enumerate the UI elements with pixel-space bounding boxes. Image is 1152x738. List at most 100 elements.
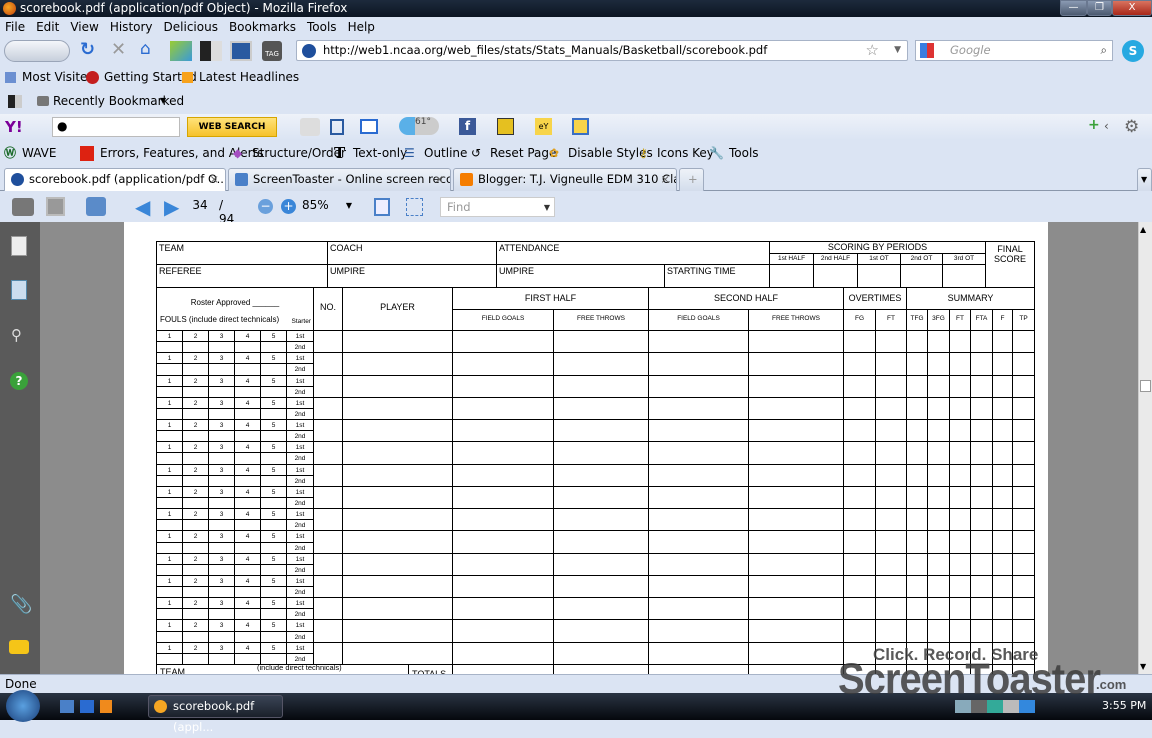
toolbar-icon[interactable] — [300, 118, 320, 136]
wave-text-only[interactable]: Text-only — [353, 141, 407, 166]
back-forward-button[interactable] — [4, 40, 70, 62]
zoom-select[interactable]: 85% ▼ — [302, 198, 356, 212]
stat-cell — [992, 374, 1013, 398]
close-button[interactable]: X — [1112, 0, 1152, 16]
menu-file[interactable]: File — [5, 20, 25, 34]
menu-delicious[interactable]: Delicious — [164, 20, 218, 34]
facebook-icon[interactable]: f — [459, 118, 476, 135]
page-number-input[interactable]: 34 — [187, 198, 213, 212]
close-tab-icon[interactable]: × — [434, 169, 444, 190]
stop-icon[interactable]: ✕ — [111, 39, 126, 60]
menu-view[interactable]: View — [70, 20, 98, 34]
star-icon[interactable]: ☆ — [866, 41, 879, 60]
zoom-out-icon[interactable]: − — [258, 199, 273, 214]
new-tab-button[interactable]: + — [679, 168, 704, 191]
bookmark-most-visited[interactable]: Most Visited — [22, 66, 95, 89]
previous-page-icon[interactable]: ◀ — [135, 195, 150, 219]
fit-width-icon[interactable] — [374, 198, 390, 216]
notepad-icon[interactable] — [330, 119, 344, 135]
url-dropdown-icon[interactable]: ▼ — [894, 41, 901, 60]
zoom-in-icon[interactable]: + — [281, 199, 296, 214]
web-search-button[interactable]: WEB SEARCH — [187, 117, 277, 137]
vertical-scrollbar[interactable]: ▲ ▼ — [1138, 222, 1152, 674]
yahoo-toolbar: Y! ● WEB SEARCH 61° f eY + ‹ ⚙ — [0, 114, 1152, 140]
media-player-icon[interactable] — [100, 700, 112, 713]
stat-cell — [949, 374, 971, 398]
print-icon[interactable] — [12, 198, 34, 216]
player-name-cell — [342, 352, 453, 376]
wave-tools[interactable]: Tools — [729, 141, 759, 166]
menu-tools[interactable]: Tools — [307, 20, 337, 34]
binoculars-icon[interactable]: ⚲ — [11, 326, 22, 344]
ebay-icon[interactable]: eY — [535, 118, 552, 135]
umpire-field: UMPIRE — [327, 264, 497, 288]
games-icon[interactable] — [497, 118, 514, 135]
menu-bookmarks[interactable]: Bookmarks — [229, 20, 296, 34]
yahoo-logo-icon[interactable]: Y! — [5, 118, 23, 136]
disable-styles-icon: ✿ — [549, 146, 560, 160]
tab-list-button[interactable]: ▼ — [1137, 168, 1152, 191]
gear-icon[interactable]: ⚙ — [1124, 117, 1139, 137]
start-button[interactable] — [6, 690, 40, 722]
ncaa-favicon — [11, 173, 24, 186]
next-page-icon[interactable]: ▶ — [164, 195, 179, 219]
url-bar[interactable]: http://web1.ncaa.org/web_files/stats/Sta… — [296, 40, 908, 61]
save-icon[interactable] — [46, 197, 65, 216]
scroll-down-icon[interactable]: ▼ — [1140, 662, 1146, 671]
comments-icon[interactable] — [9, 640, 29, 654]
tab-blogger[interactable]: Blogger: T.J. Vigneulle EDM 310 Cla... × — [453, 168, 677, 191]
attachment-icon[interactable]: 📎 — [10, 594, 32, 615]
menu-history[interactable]: History — [110, 20, 153, 34]
bookmark-icon[interactable] — [8, 95, 22, 108]
scroll-up-icon[interactable]: ▲ — [1140, 225, 1146, 234]
wave-structure[interactable]: Structure/Order — [252, 141, 346, 166]
stat-cell — [1012, 530, 1035, 554]
skype-icon[interactable]: S — [1122, 40, 1144, 62]
close-tab-icon[interactable]: × — [660, 169, 670, 190]
yahoo-search-input[interactable]: ● — [52, 117, 180, 137]
mail-icon[interactable] — [360, 119, 378, 134]
find-input[interactable]: Find ▼ — [440, 197, 555, 217]
stat-cell — [906, 552, 928, 576]
tab-scorebook[interactable]: scorebook.pdf (application/pdf O... × — [4, 168, 226, 191]
share-icon[interactable] — [86, 197, 106, 216]
close-tab-icon[interactable]: × — [209, 169, 219, 190]
taskbar-firefox-window[interactable]: scorebook.pdf (appl... — [148, 695, 283, 734]
minimize-button[interactable]: — — [1060, 0, 1087, 16]
stat-cell — [648, 485, 749, 510]
wave-reset-page[interactable]: Reset Page — [490, 141, 556, 166]
chevron-left-icon[interactable]: ‹ — [1104, 119, 1109, 133]
bookmark-latest-headlines[interactable]: Latest Headlines — [199, 66, 299, 89]
tag-icon[interactable]: TAG — [262, 41, 282, 61]
weather-icon[interactable]: 61° — [399, 117, 439, 135]
menu-edit[interactable]: Edit — [36, 20, 59, 34]
stat-cell — [748, 396, 844, 421]
stat-cell — [906, 352, 928, 376]
wave-icons-key[interactable]: Icons Key — [657, 141, 714, 166]
wave-menu[interactable]: WAVE — [22, 141, 56, 166]
pages-icon[interactable] — [11, 236, 27, 256]
totals-cell — [452, 664, 554, 674]
home-icon[interactable]: ⌂ — [140, 39, 151, 59]
restore-button[interactable]: ❐ — [1087, 0, 1112, 16]
delicious-icon[interactable] — [170, 41, 192, 61]
search-input[interactable]: Google ⌕ — [915, 40, 1113, 61]
sidebar-icon[interactable] — [230, 41, 252, 61]
wave-outline[interactable]: Outline — [424, 141, 467, 166]
google-icon[interactable] — [920, 43, 934, 58]
stat-cell — [906, 597, 928, 621]
player-number-cell — [313, 574, 343, 599]
add-icon[interactable]: + — [1088, 117, 1100, 133]
search-icon[interactable]: ⌕ — [1101, 41, 1107, 60]
help-icon[interactable]: ? — [10, 372, 28, 390]
menu-help[interactable]: Help — [348, 20, 375, 34]
reload-icon[interactable]: ↻ — [80, 39, 95, 60]
show-desktop-icon[interactable] — [60, 700, 74, 713]
scroll-thumb[interactable] — [1140, 380, 1151, 392]
fit-page-icon[interactable] — [406, 198, 423, 216]
switch-windows-icon[interactable] — [80, 700, 94, 713]
bookmark-icon[interactable] — [200, 41, 222, 61]
bookmarks-panel-icon[interactable] — [11, 280, 27, 300]
app-icon[interactable] — [572, 118, 589, 135]
tab-screentoaster[interactable]: ScreenToaster - Online screen recor... × — [228, 168, 451, 191]
